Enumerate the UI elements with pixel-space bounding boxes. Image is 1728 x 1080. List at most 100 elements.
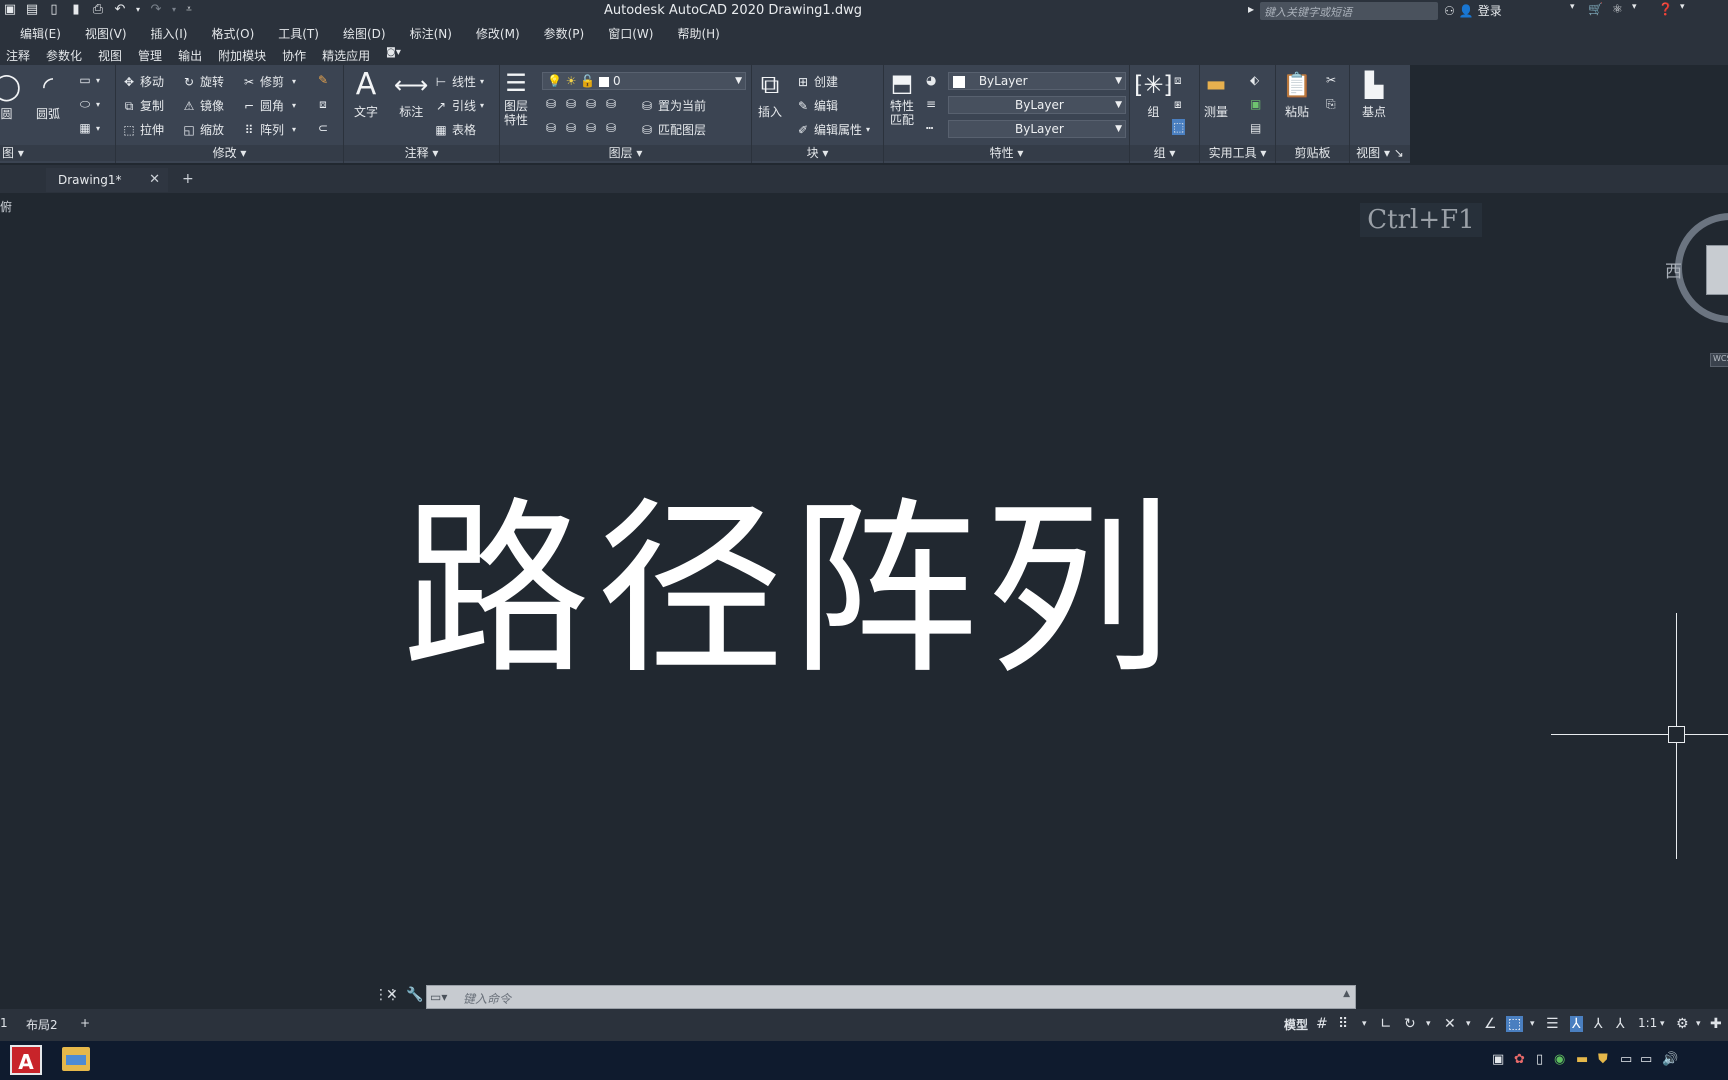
panel-title-properties[interactable]: 特性 ▾ xyxy=(884,145,1129,161)
autocad-taskbar-icon[interactable]: A xyxy=(10,1045,42,1075)
trim-button[interactable]: ✂ 修剪 ▾ xyxy=(242,73,296,90)
new-icon[interactable]: ▯ xyxy=(46,2,62,18)
polar-icon[interactable]: ↻ xyxy=(1404,1016,1416,1032)
panel-title-annotation[interactable]: 注释 ▾ xyxy=(344,145,499,161)
drawing-text[interactable]: 路径阵列 xyxy=(402,438,1178,710)
object-snap-icon[interactable]: ⬚ xyxy=(1506,1016,1524,1032)
save-icon[interactable]: ▣ xyxy=(2,2,18,18)
lineweight-dropdown[interactable]: ByLayer ▼ xyxy=(948,96,1126,114)
erase-button[interactable]: ✎ xyxy=(316,73,330,87)
tray-battery-icon[interactable]: ▭ xyxy=(1620,1052,1632,1067)
calculator-icon[interactable]: ▤ xyxy=(1250,121,1261,135)
linear-button[interactable]: ⊢ 线性 ▾ xyxy=(434,73,484,90)
menu-modify[interactable]: 修改(M) xyxy=(476,22,532,43)
menu-edit[interactable]: 编辑(E) xyxy=(20,22,73,43)
layer-dropdown[interactable]: 💡 ☀ 🔓 0 ▼ xyxy=(542,72,746,90)
explode-button[interactable]: ⧈ xyxy=(316,97,330,111)
annotation-visibility-icon[interactable]: ⅄ xyxy=(1570,1016,1583,1032)
tab-manage[interactable]: 管理 xyxy=(138,43,170,65)
user-area[interactable]: ⚇ 👤 登录 xyxy=(1444,2,1502,19)
print-icon[interactable]: ⎙ xyxy=(90,2,106,18)
offset-button[interactable]: ⊂ xyxy=(316,121,330,135)
paste-button[interactable]: 📋 粘贴 xyxy=(1282,69,1312,120)
panel-title-clipboard[interactable]: 剪贴板 xyxy=(1276,145,1349,161)
connect-icon[interactable]: ⚛ xyxy=(1612,2,1623,16)
stretch-button[interactable]: ⬚ 拉伸 xyxy=(122,121,164,138)
edit-block-button[interactable]: ✎ 编辑 xyxy=(796,97,838,114)
create-block-button[interactable]: ⊞ 创建 xyxy=(796,73,838,90)
login-label[interactable]: 登录 xyxy=(1478,2,1502,19)
layer-thaw-icon[interactable]: ⛁ xyxy=(584,121,598,135)
copy-clip-icon[interactable]: ⎘ xyxy=(1326,97,1336,112)
scale-button[interactable]: ◱ 缩放 xyxy=(182,121,224,138)
search-expand-icon[interactable]: ▸ xyxy=(1248,2,1254,16)
object-snap-tracking-icon[interactable]: ∠ xyxy=(1484,1016,1497,1032)
layer-unlock-icon[interactable]: ⛁ xyxy=(604,121,618,135)
menu-parametric[interactable]: 参数(P) xyxy=(544,22,597,43)
command-input[interactable]: 键入命令 xyxy=(426,985,1356,1009)
save-as-icon[interactable]: ▤ xyxy=(24,2,40,18)
tab-parametric[interactable]: 参数化 xyxy=(46,43,90,65)
layout-tab-2[interactable]: 布局2 xyxy=(26,1016,58,1033)
color-wheel-icon[interactable]: ◕ xyxy=(926,73,936,87)
annotation-scale-value[interactable]: 1:1 xyxy=(1638,1016,1657,1030)
hatch-button[interactable]: ▦ ▾ xyxy=(78,121,100,135)
panel-title-layers[interactable]: 图层 ▾ xyxy=(500,145,751,161)
menu-window[interactable]: 窗口(W) xyxy=(608,22,665,43)
linetype-dropdown[interactable]: ByLayer ▼ xyxy=(948,120,1126,138)
undo-dropdown-icon[interactable]: ▾ xyxy=(134,2,142,18)
layer-isolate-icon[interactable]: ⛁ xyxy=(564,97,578,111)
layer-on-icon[interactable]: ⛁ xyxy=(544,121,558,135)
tab-view[interactable]: 视图 xyxy=(98,43,130,65)
panel-title-utilities[interactable]: 实用工具 ▾ xyxy=(1200,145,1275,161)
scale-dropdown-icon[interactable]: ▾ xyxy=(1660,1019,1665,1029)
command-prompt-icon[interactable]: ▭▾ xyxy=(430,990,447,1004)
ortho-icon[interactable]: ∟ xyxy=(1380,1016,1392,1032)
layer-properties-button[interactable]: ☰ 图层 特性 xyxy=(504,69,528,127)
customize-status-icon[interactable]: ✚ xyxy=(1710,1016,1722,1032)
auto-scale-icon[interactable]: ⅄ xyxy=(1594,1016,1603,1032)
object-snap-dropdown-icon[interactable]: ▾ xyxy=(1530,1019,1535,1029)
redo-dropdown-icon[interactable]: ▾ xyxy=(170,2,178,18)
annotation-scale-icon[interactable]: ⅄ xyxy=(1616,1016,1625,1032)
tab-annotate[interactable]: 注释 xyxy=(6,43,38,65)
measure-button[interactable]: ▬ 测量 xyxy=(1204,69,1228,120)
login-dropdown-icon[interactable]: ▾ xyxy=(1570,2,1575,12)
set-current-button[interactable]: ⛁ 置为当前 xyxy=(640,97,706,114)
tray-chat-icon[interactable]: ▣ xyxy=(1492,1052,1504,1067)
isodraft-icon[interactable]: ✕ xyxy=(1444,1016,1456,1032)
mirror-button[interactable]: ⚠ 镜像 xyxy=(182,97,224,114)
cut-icon[interactable]: ✂ xyxy=(1326,73,1336,87)
base-view-button[interactable]: ▙ 基点 xyxy=(1362,69,1386,120)
rotate-button[interactable]: ↻ 旋转 xyxy=(182,73,224,90)
new-tab-icon[interactable]: + xyxy=(182,171,194,187)
tray-shield-icon[interactable]: ⛊ xyxy=(1598,1052,1608,1067)
polar-dropdown-icon[interactable]: ▾ xyxy=(1426,1019,1431,1029)
tab-output[interactable]: 输出 xyxy=(178,43,210,65)
copy-button[interactable]: ⧉ 复制 xyxy=(122,97,164,114)
color-dropdown[interactable]: ByLayer ▼ xyxy=(948,72,1126,90)
viewport-label[interactable]: 俯 xyxy=(0,198,12,215)
menu-insert[interactable]: 插入(I) xyxy=(151,22,200,43)
panel-title-block[interactable]: 块 ▾ xyxy=(752,145,883,161)
menu-help[interactable]: 帮助(H) xyxy=(677,22,731,43)
insert-block-button[interactable]: ⧉ 插入 xyxy=(758,69,782,120)
menu-view[interactable]: 视图(V) xyxy=(85,22,139,43)
tray-folder-icon[interactable]: ▬ xyxy=(1576,1052,1588,1067)
add-layout-icon[interactable]: + xyxy=(80,1016,90,1030)
group-select-icon[interactable]: ⬚ xyxy=(1172,119,1186,135)
ellipse-button[interactable]: ⬭ ▾ xyxy=(78,97,100,111)
layer-lock-icon[interactable]: ⛁ xyxy=(604,97,618,111)
wrench-icon[interactable]: 🔧 xyxy=(406,987,423,1003)
fillet-button[interactable]: ⌐ 圆角 ▾ xyxy=(242,97,296,114)
snap-dropdown-icon[interactable]: ▾ xyxy=(1362,1019,1367,1029)
undo-icon[interactable]: ↶ xyxy=(112,2,128,18)
group-button[interactable]: ⁅✳⁆ 组 xyxy=(1134,69,1173,120)
document-tab[interactable]: Drawing1* ✕ xyxy=(46,168,168,192)
lineweight-toggle-icon[interactable]: ☰ xyxy=(1546,1016,1559,1032)
menu-dimension[interactable]: 标注(N) xyxy=(410,22,464,43)
rectangle-button[interactable]: ▭ ▾ xyxy=(78,73,100,87)
panel-title-modify[interactable]: 修改 ▾ xyxy=(116,145,343,161)
panel-title-groups[interactable]: 组 ▾ xyxy=(1130,145,1199,161)
panel-title-view[interactable]: 视图 ▾ ↘ xyxy=(1350,145,1410,161)
